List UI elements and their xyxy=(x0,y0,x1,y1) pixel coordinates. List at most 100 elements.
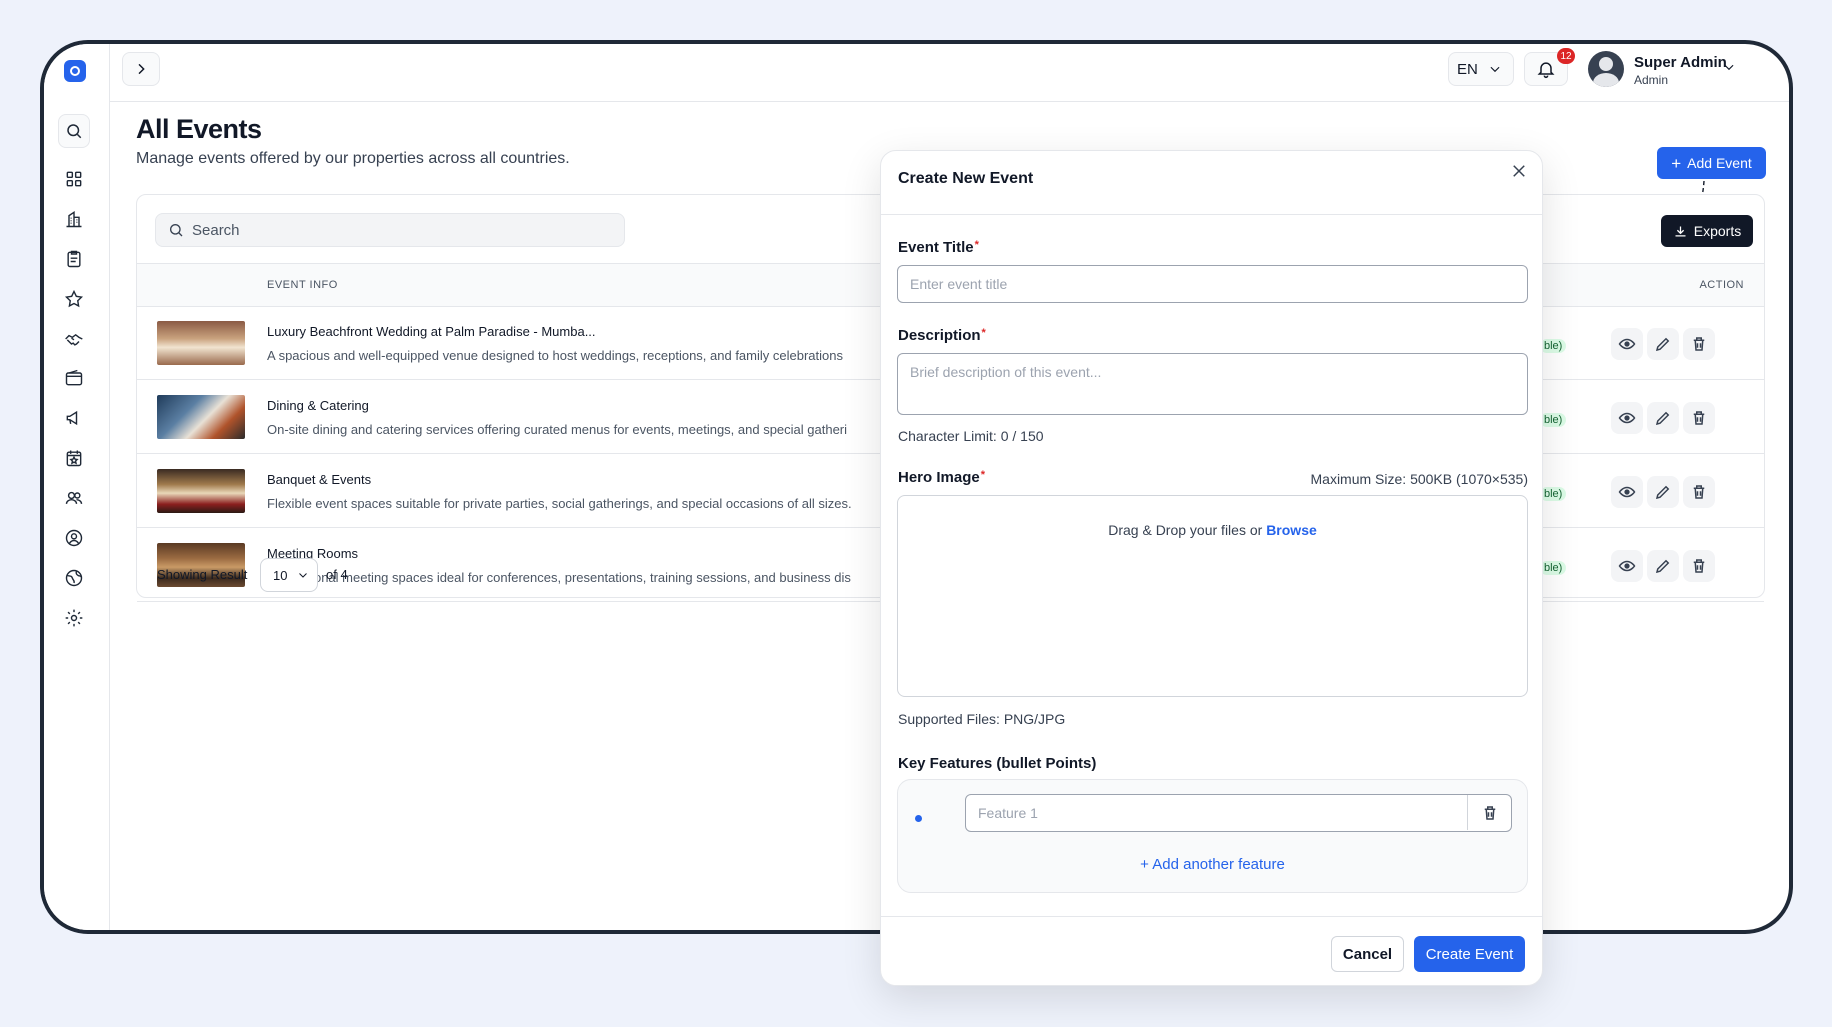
create-event-button[interactable]: Create Event xyxy=(1414,936,1525,972)
globe-icon[interactable] xyxy=(63,567,85,589)
search-input[interactable]: Search xyxy=(155,213,625,247)
event-title: Luxury Beachfront Wedding at Palm Paradi… xyxy=(267,324,596,339)
calendar-star-icon[interactable] xyxy=(63,447,85,469)
description-label: Description* xyxy=(898,327,986,344)
page-subtitle: Manage events offered by our properties … xyxy=(136,150,570,167)
modal-title: Create New Event xyxy=(898,170,1034,187)
total-count: of 4 xyxy=(326,567,348,582)
exports-button[interactable]: Exports xyxy=(1661,215,1753,247)
language-value: EN xyxy=(1457,60,1478,78)
delete-button[interactable] xyxy=(1683,476,1715,508)
event-title-input[interactable]: Enter event title xyxy=(897,265,1528,303)
eye-icon xyxy=(1618,338,1636,350)
building-icon[interactable] xyxy=(63,208,85,230)
wallet-icon[interactable] xyxy=(63,367,85,389)
trash-icon xyxy=(1693,485,1705,499)
delete-button[interactable] xyxy=(1683,328,1715,360)
dropzone-instruction: Drag & Drop your files or xyxy=(1108,522,1263,538)
col-action: ACTION xyxy=(1699,279,1744,291)
edit-button[interactable] xyxy=(1647,328,1679,360)
download-icon xyxy=(1675,226,1686,236)
clipboard-icon[interactable] xyxy=(63,248,85,270)
per-page-select[interactable]: 10 xyxy=(260,558,318,592)
status-badge: ble) xyxy=(1540,339,1567,353)
add-event-button[interactable]: + Add Event xyxy=(1657,147,1766,179)
pencil-icon xyxy=(1655,411,1670,426)
topbar: EN 12 Super Admin Admin xyxy=(110,44,1789,102)
search-icon xyxy=(67,124,82,139)
required-marker: * xyxy=(980,469,985,481)
edit-button[interactable] xyxy=(1647,550,1679,582)
close-button[interactable] xyxy=(1508,160,1530,182)
notification-badge: 12 xyxy=(1557,48,1575,64)
view-button[interactable] xyxy=(1611,550,1643,582)
status-badge: ble) xyxy=(1540,487,1567,501)
event-description: Flexible event spaces suitable for priva… xyxy=(267,496,852,511)
create-event-modal: Create New Event Event Title* Enter even… xyxy=(880,150,1543,986)
sidebar-search-button[interactable] xyxy=(58,114,90,148)
image-dropzone[interactable]: Drag & Drop your files or Browse xyxy=(897,495,1528,697)
edit-button[interactable] xyxy=(1647,402,1679,434)
hero-image-label: Hero Image* xyxy=(898,469,985,486)
event-description: A spacious and well-equipped venue desig… xyxy=(267,348,843,363)
description-textarea[interactable]: Brief description of this event... xyxy=(897,353,1528,415)
add-feature-button[interactable]: + Add another feature xyxy=(898,856,1527,873)
event-thumbnail xyxy=(157,395,245,439)
chevron-down-icon xyxy=(299,573,308,578)
star-icon[interactable] xyxy=(63,288,85,310)
key-features-label: Key Features (bullet Points) xyxy=(898,755,1097,772)
delete-button[interactable] xyxy=(1683,402,1715,434)
exports-label: Exports xyxy=(1693,223,1742,239)
key-features-box: Feature 1 + Add another feature xyxy=(897,779,1528,893)
view-button[interactable] xyxy=(1611,402,1643,434)
handshake-icon[interactable] xyxy=(63,328,85,350)
user-menu-chevron-icon[interactable] xyxy=(1722,60,1736,79)
search-placeholder: Search xyxy=(192,221,240,239)
browse-link[interactable]: Browse xyxy=(1266,522,1317,538)
event-description: Professional meeting spaces ideal for co… xyxy=(267,570,851,585)
edit-button[interactable] xyxy=(1647,476,1679,508)
add-feature-label: Add another feature xyxy=(1152,856,1285,873)
language-select[interactable]: EN xyxy=(1448,52,1514,86)
eye-icon xyxy=(1618,412,1636,424)
view-button[interactable] xyxy=(1611,328,1643,360)
showing-result-label: Showing Result xyxy=(157,567,248,582)
close-icon xyxy=(1513,165,1525,177)
status-badge: ble) xyxy=(1540,561,1567,575)
megaphone-icon[interactable] xyxy=(63,407,85,429)
max-size-hint: Maximum Size: 500KB (1070×535) xyxy=(1310,471,1529,487)
sidebar-toggle-button[interactable] xyxy=(122,52,160,86)
event-thumbnail xyxy=(157,469,245,513)
delete-feature-button[interactable] xyxy=(1467,795,1511,830)
feature-input[interactable]: Feature 1 xyxy=(965,794,1512,832)
app-logo[interactable] xyxy=(64,60,86,82)
cancel-button[interactable]: Cancel xyxy=(1331,936,1404,972)
avatar[interactable] xyxy=(1588,51,1624,87)
bell-icon xyxy=(1537,62,1555,79)
status-badge: ble) xyxy=(1540,413,1567,427)
plus-icon: + xyxy=(1140,856,1153,873)
gear-icon[interactable] xyxy=(63,607,85,629)
notifications-button[interactable]: 12 xyxy=(1524,48,1575,86)
trash-icon xyxy=(1693,337,1705,351)
event-thumbnail xyxy=(157,321,245,365)
delete-button[interactable] xyxy=(1683,550,1715,582)
eye-icon xyxy=(1618,486,1636,498)
bullet-icon xyxy=(915,815,922,822)
event-description: On-site dining and catering services off… xyxy=(267,422,848,437)
users-icon[interactable] xyxy=(63,487,85,509)
sidebar xyxy=(44,44,110,930)
grid-icon[interactable] xyxy=(63,168,85,190)
add-event-label: Add Event xyxy=(1687,155,1752,171)
modal-header: Create New Event xyxy=(881,151,1542,215)
plus-icon: + xyxy=(1671,153,1682,173)
user-name: Super Admin xyxy=(1634,54,1727,71)
user-circle-icon[interactable] xyxy=(63,527,85,549)
trash-icon xyxy=(1693,559,1705,573)
col-event-info: EVENT INFO xyxy=(267,279,338,291)
modal-footer: Cancel Create Event xyxy=(881,916,1542,986)
required-marker: * xyxy=(974,239,979,251)
trash-icon xyxy=(1693,411,1705,425)
view-button[interactable] xyxy=(1611,476,1643,508)
supported-files-hint: Supported Files: PNG/JPG xyxy=(898,711,1066,727)
